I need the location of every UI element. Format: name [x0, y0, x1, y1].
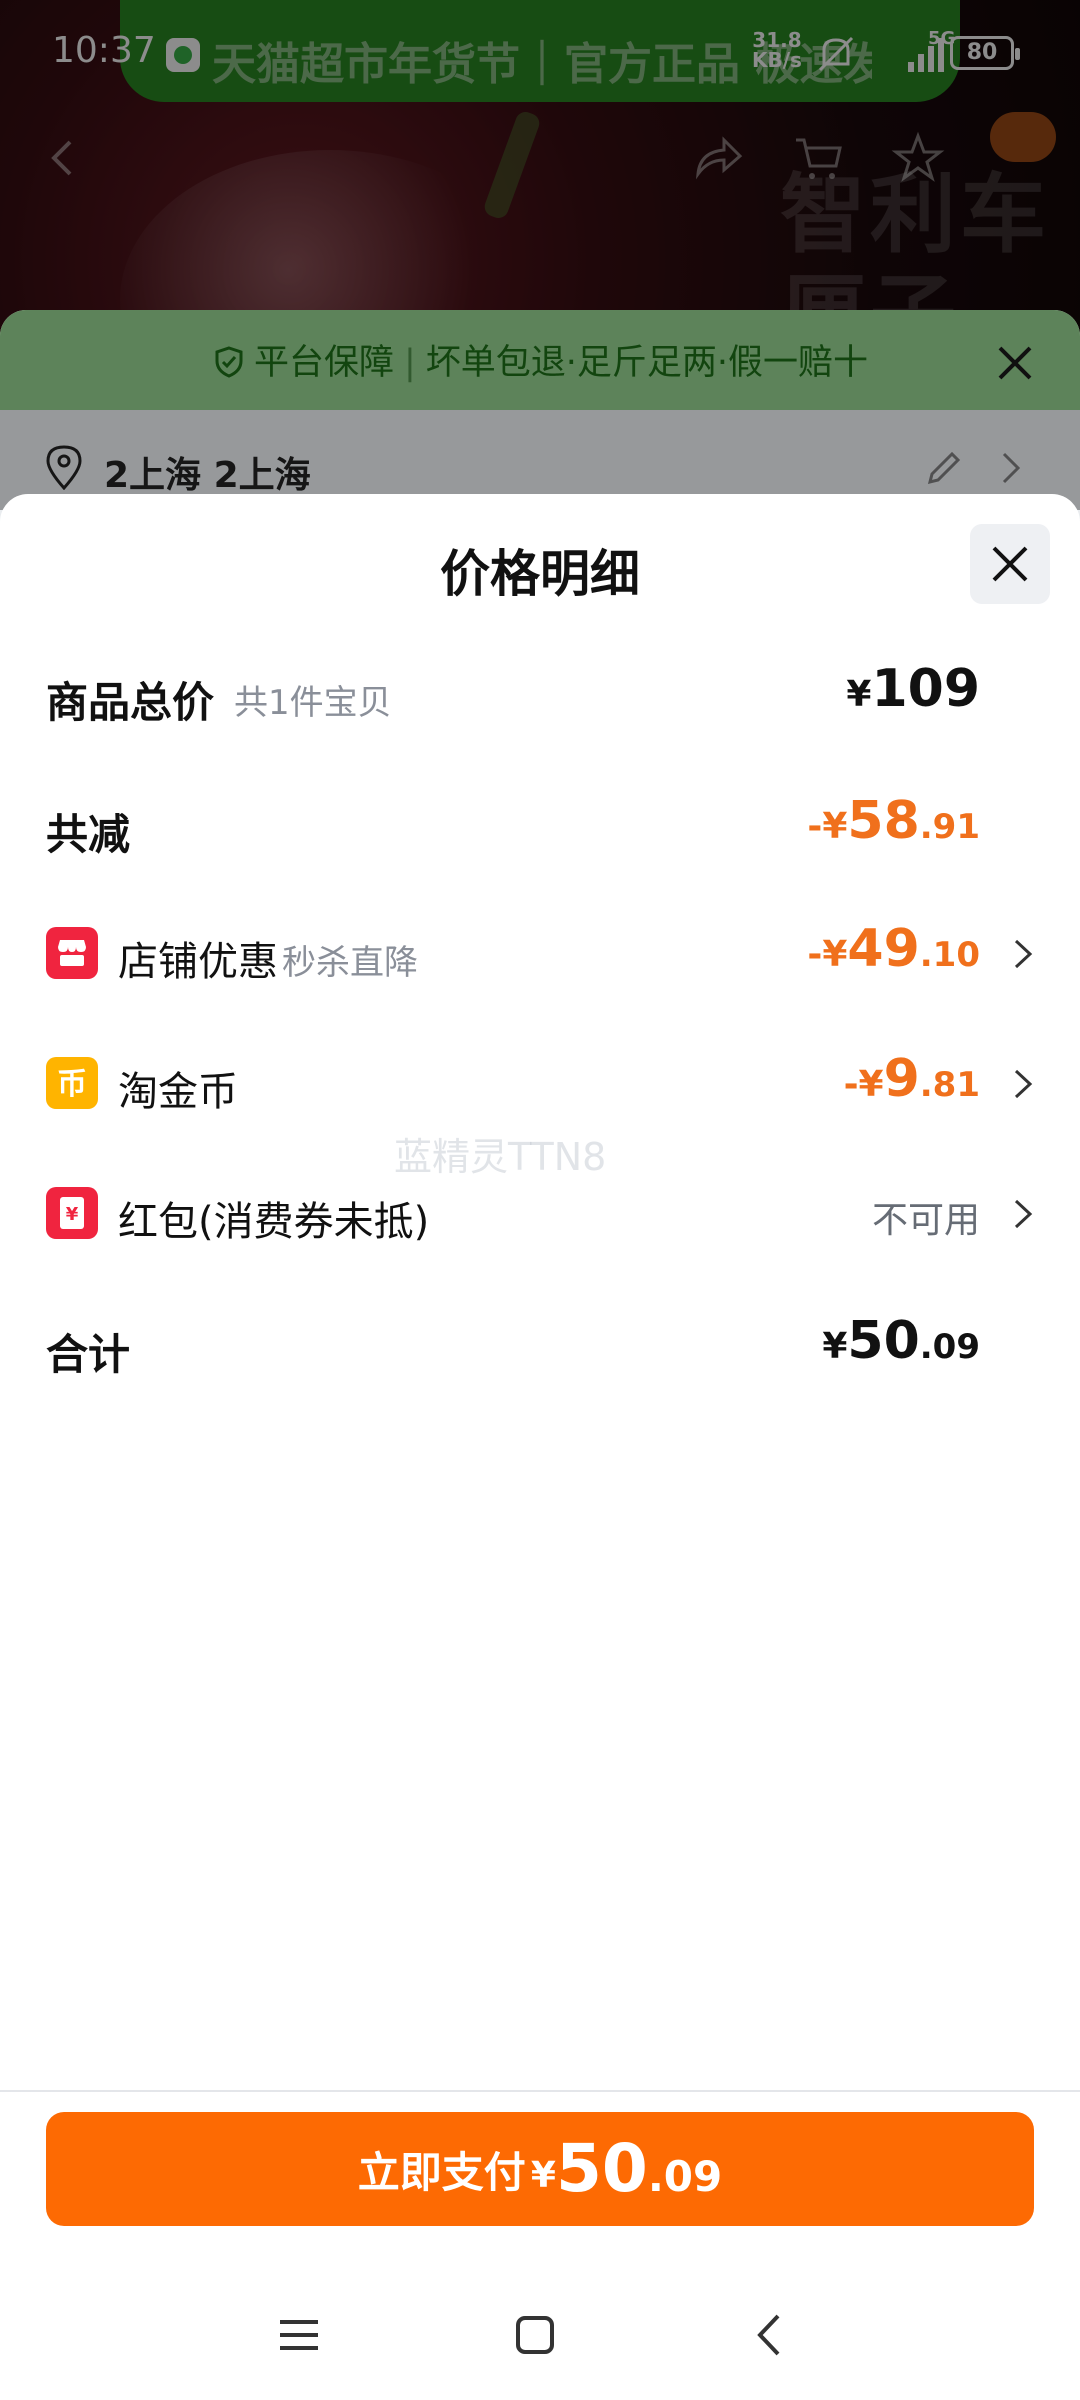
shop-discount-sub: 秒杀直降: [282, 943, 418, 983]
footer-divider: [0, 2090, 1080, 2092]
pay-amount-int: 50: [555, 2130, 648, 2207]
svg-text:¥: ¥: [66, 1204, 79, 1225]
red-packet-icon: ¥: [46, 1187, 98, 1239]
pay-now-button[interactable]: 立即支付 ¥50.09: [46, 2112, 1034, 2226]
sum-row: 合计 ¥50.09: [46, 1307, 1036, 1387]
chevron-right-icon: [1014, 1069, 1033, 1099]
pay-amount-dec: .09: [647, 2152, 723, 2201]
order-sheet-dim: [0, 310, 1080, 510]
watermark: 蓝精灵TTN8: [394, 1135, 607, 1179]
pay-currency: ¥: [530, 2155, 556, 2196]
sum-value: ¥50.09: [822, 1311, 980, 1371]
shop-discount-row[interactable]: 店铺优惠 秒杀直降 -¥49.10: [46, 915, 1036, 995]
shop-icon: [46, 927, 98, 979]
red-packet-row[interactable]: ¥ 红包(消费券未抵) 不可用: [46, 1175, 1036, 1255]
close-icon: [992, 546, 1028, 582]
home-icon[interactable]: [510, 2310, 560, 2360]
coin-discount-row[interactable]: 币 淘金币 -¥9.81: [46, 1045, 1036, 1125]
svg-text:币: 币: [57, 1067, 87, 1102]
item-count: 共1件宝贝: [234, 683, 392, 723]
coin-icon: 币: [46, 1057, 98, 1109]
chevron-right-icon: [1014, 1199, 1033, 1229]
coin-discount-value: -¥9.81: [843, 1049, 980, 1109]
total-price-row: 商品总价 共1件宝贝 ¥109: [46, 655, 1036, 735]
total-discount-label: 共减: [46, 810, 131, 859]
back-nav-icon[interactable]: [746, 2310, 796, 2360]
sheet-title: 价格明细: [440, 545, 640, 603]
red-packet-label: 红包(消费券未抵): [118, 1199, 430, 1245]
close-button[interactable]: [970, 524, 1050, 604]
total-price-value: ¥109: [846, 659, 980, 719]
total-discount-value: -¥58.91: [807, 791, 980, 851]
red-packet-status: 不可用: [871, 1200, 980, 1241]
menu-icon[interactable]: [274, 2310, 324, 2360]
shop-discount-label: 店铺优惠: [118, 939, 278, 985]
chevron-right-icon: [1014, 939, 1033, 969]
system-nav-bar: [0, 2290, 1080, 2380]
total-discount-row: 共减 -¥58.91: [46, 787, 1036, 867]
coin-discount-label: 淘金币: [118, 1069, 238, 1115]
sum-label: 合计: [46, 1330, 131, 1379]
total-price-label: 商品总价: [46, 678, 215, 727]
shop-discount-value: -¥49.10: [807, 919, 980, 979]
pay-now-label: 立即支付: [357, 2148, 526, 2197]
